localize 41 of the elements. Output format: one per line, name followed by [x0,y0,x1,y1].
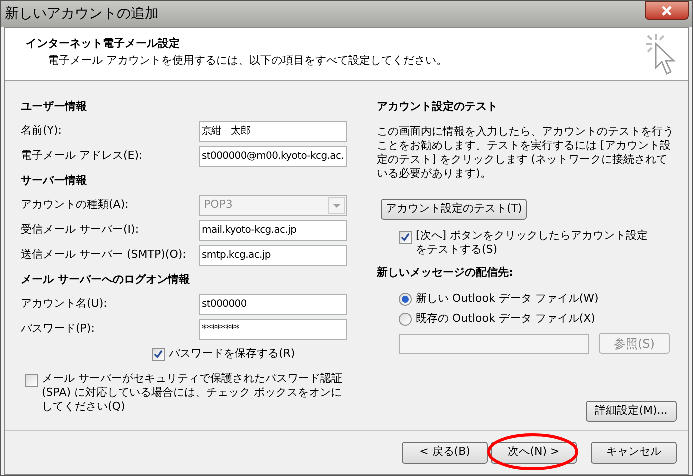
checkbox-label: パスワードを保存する(R) [169,346,296,362]
input-field[interactable]: st000000@m00.kyoto-kcg.ac. [199,146,347,167]
section-heading: ユーザー情報 [21,99,88,115]
input-field[interactable]: mail.kyoto-kcg.ac.jp [199,220,347,241]
field-label: パスワード(P): [21,321,95,338]
dialog-button[interactable]: キャンセル [591,442,677,464]
field-label: 送信メール サーバー (SMTP)(O): [21,247,186,264]
dialog-button[interactable]: 次へ(N) > [491,442,577,464]
section-heading: サーバー情報 [21,173,88,189]
section-heading: メール サーバーへのログオン情報 [21,272,191,288]
section-heading: アカウント設定のテスト [377,99,499,115]
input-field[interactable]: smtp.kcg.ac.jp [199,245,347,266]
file-path-field[interactable] [399,334,589,354]
window-title: 新しいアカウントの追加 [4,5,159,24]
field-label: 名前(Y): [21,123,62,140]
checkbox[interactable] [152,348,165,360]
dialog-button[interactable]: < 戻る(B) [402,442,488,464]
checkbox[interactable] [25,374,38,387]
close-icon [662,6,672,16]
radio-button[interactable] [399,292,412,306]
more-settings-button[interactable]: 詳細設定(M)... [586,401,677,422]
cursor-click-icon [644,32,678,78]
checkbox[interactable] [399,231,412,244]
close-button[interactable] [645,1,689,20]
input-field[interactable]: st000000 [199,294,347,315]
field-label: アカウントの種類(A): [21,197,129,214]
radio-label: 新しい Outlook データ ファイル(W) [416,290,599,307]
section-heading: 新しいメッセージの配信先: [377,265,514,281]
field-label: 電子メール アドレス(E): [21,148,143,164]
test-account-button[interactable]: アカウント設定のテスト(T) [381,199,528,220]
radio-button[interactable] [399,312,412,326]
field-label: 受信メール サーバー(I): [21,222,140,238]
input-field[interactable]: 京紺 太郎 [199,121,347,142]
test-description: この画面内に情報を入力したら、アカウントのテストを行うことをお勧めします。テストを実行するには [アカウント設定のテスト] をクリックします (ネットワークに接続されている必要があります)。 [377,125,675,181]
header-subtitle: 電子メール アカウントを使用するには、以下の項目をすべて設定してください。 [47,52,448,68]
checkbox-label: [次へ] ボタンをクリックしたらアカウント設定をテストする(S) [416,229,650,257]
header-title: インターネット電子メール設定 [26,36,181,52]
radio-label: 既存の Outlook データ ファイル(X) [416,310,596,327]
field-label: アカウント名(U): [21,296,108,312]
input-field[interactable]: ******** [199,319,347,340]
checkbox-label: メール サーバーがセキュリティで保護されたパスワード認証 (SPA) に対応している場合には、チェック ボックスをオンにしてください(Q) [42,372,344,414]
